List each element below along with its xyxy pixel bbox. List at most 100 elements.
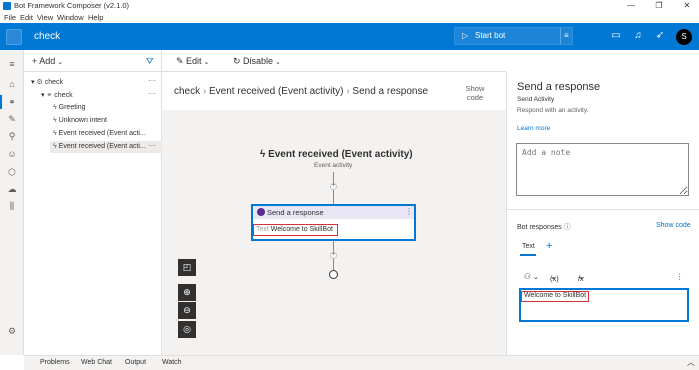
text-label: Text (256, 226, 269, 233)
hamburger-icon[interactable]: ≡ (5, 58, 19, 70)
rail-active-indicator (0, 95, 2, 109)
tab-text[interactable]: Text (522, 243, 535, 250)
tab-web-chat[interactable]: Web Chat (81, 359, 112, 366)
notifications-icon[interactable]: ♫ (631, 30, 645, 41)
edit-label: Edit (186, 56, 202, 66)
info-icon[interactable]: ⓘ (564, 224, 571, 231)
learn-more-link[interactable]: Learn more (517, 125, 550, 132)
minimap-icon[interactable]: ◰ (178, 259, 196, 276)
menu-bar (0, 12, 699, 23)
app-icon (3, 2, 11, 10)
minimize-button[interactable]: — (620, 0, 642, 12)
tree-label: Event received (Event acti... (58, 130, 146, 137)
chevron-down-icon: ⌄ (273, 59, 281, 66)
tab-output[interactable]: Output (125, 359, 146, 366)
tree-label: Unknown intent (58, 117, 107, 124)
tree-item-greeting[interactable]: ϟ Greeting (53, 104, 86, 111)
add-step-button[interactable]: + (330, 252, 337, 259)
editor-more-icon[interactable]: ⋮ (676, 272, 684, 281)
menu-edit[interactable]: Edit (20, 13, 33, 22)
avatar[interactable]: S (676, 29, 692, 45)
breadcrumb-item[interactable]: check (174, 86, 200, 97)
play-icon: ▷ (462, 31, 469, 40)
tree-label: check (54, 92, 73, 99)
refresh-icon: ↻ (233, 56, 244, 66)
show-code-link[interactable]: Show code (656, 222, 691, 229)
chat-icon[interactable]: ▭ (609, 30, 623, 41)
start-bot-button[interactable]: ▷ Start bot ≡ (454, 27, 573, 45)
add-label: Add (39, 56, 56, 66)
menu-lines-icon[interactable]: ≡ (560, 28, 569, 44)
pencil-icon: ✎ (176, 56, 187, 66)
filter-icon[interactable]: ⛛ (146, 56, 154, 67)
language-generation-icon[interactable]: ⚲ (5, 130, 19, 142)
chevron-down-icon: ⌄ (55, 59, 64, 66)
publish-rocket-icon[interactable]: ➶ (653, 30, 667, 41)
more-options-icon[interactable]: ··· (148, 141, 156, 150)
composer-logo-icon[interactable] (6, 29, 22, 45)
more-options-icon[interactable]: ··· (148, 76, 156, 85)
response-editor-text[interactable]: Welcome to SkillBot (521, 291, 589, 302)
close-button[interactable]: ✕ (676, 0, 698, 12)
design-icon[interactable]: ⚭ (5, 96, 19, 108)
property-description: Respond with an activity. (517, 107, 589, 114)
restore-button[interactable]: ❐ (648, 0, 670, 12)
trigger-node-title[interactable]: ϟ Event received (Event activity) (260, 149, 413, 160)
send-response-title: Send a response (267, 208, 324, 217)
title-bar: Bot Framework Composer (v2.1.0) (0, 0, 699, 12)
settings-gear-icon[interactable]: ⚙ (5, 325, 19, 337)
app-header (0, 23, 699, 50)
note-input[interactable] (516, 143, 689, 196)
bot-responses-text: Bot responses (517, 224, 562, 231)
tree-item-event-received-2[interactable]: ϟ Event received (Event acti... (53, 143, 146, 150)
tab-watch[interactable]: Watch (162, 359, 182, 366)
chevron-up-icon[interactable]: ︿ (687, 357, 695, 368)
tree-label: Event received (Event acti... (58, 143, 146, 150)
response-text-preview: Text Welcome to SkillBot (253, 224, 338, 236)
flow-end-node (329, 270, 338, 279)
attachment-icon[interactable]: ⚇ ⌄ (524, 272, 539, 281)
functions-button[interactable]: fx ⌄ (578, 272, 584, 283)
menu-view[interactable]: View (37, 13, 53, 22)
skills-icon[interactable]: ⬡ (5, 166, 19, 178)
start-bot-label: Start bot (475, 31, 506, 40)
edit-menu-button[interactable]: ✎ Edit ⌄ (176, 56, 209, 67)
editor-toolbar (162, 50, 506, 72)
menu-file[interactable]: File (4, 13, 16, 22)
trigger-node-subtitle: Event activity (314, 162, 353, 169)
text-value: Welcome to SkillBot (270, 226, 333, 233)
tree-label: Greeting (58, 104, 86, 111)
disable-menu-button[interactable]: ↻ Disable ⌄ (233, 56, 281, 67)
zoom-out-icon[interactable]: ⊖ (178, 302, 196, 319)
tab-problems[interactable]: Problems (40, 359, 70, 366)
tree-item-bot-root[interactable]: ▾ ⚙ check (31, 78, 63, 86)
project-name: check (34, 31, 61, 42)
wrench-icon[interactable]: ✎ (5, 113, 19, 125)
zoom-reset-icon[interactable]: ◎ (178, 321, 196, 338)
more-options-icon[interactable]: ··· (148, 89, 156, 98)
zoom-in-icon[interactable]: ⊕ (178, 284, 196, 301)
tree-item-event-received-1[interactable]: ϟ Event received (Event acti... (53, 130, 146, 137)
chat-bubble-icon (257, 208, 265, 216)
functions-label: fx (578, 274, 584, 283)
nav-divider (24, 71, 162, 72)
add-step-button[interactable]: + (330, 183, 337, 190)
cloud-icon[interactable]: ☁ (5, 183, 19, 195)
menu-window[interactable]: Window (57, 13, 84, 22)
add-tab-icon[interactable]: + (546, 240, 552, 252)
tree-item-unknown-intent[interactable]: ϟ Unknown intent (53, 117, 107, 124)
variables-button[interactable]: (x) ⌄ (550, 272, 559, 283)
users-icon[interactable]: ☺ (5, 148, 19, 160)
add-button[interactable]: + Add ⌄ (32, 56, 63, 66)
library-icon[interactable]: ⫼ (5, 200, 19, 212)
breadcrumb-item[interactable]: Send a response (352, 86, 428, 97)
home-icon[interactable]: ⌂ (5, 78, 19, 90)
tree-label: check (44, 79, 63, 86)
tree-item-dialog[interactable]: ▾ ⚭ check (41, 91, 73, 99)
menu-help[interactable]: Help (88, 13, 103, 22)
show-code-button[interactable]: Show code (462, 84, 488, 102)
breadcrumb-item[interactable]: Event received (Event activity) (209, 86, 344, 97)
node-more-icon[interactable]: ⋮ (405, 207, 413, 216)
breadcrumb: check › Event received (Event activity) … (174, 86, 428, 97)
editor-toolbar-small: ⚇ ⌄ (x) ⌄ fx ⌄ ⋮ (520, 270, 688, 286)
